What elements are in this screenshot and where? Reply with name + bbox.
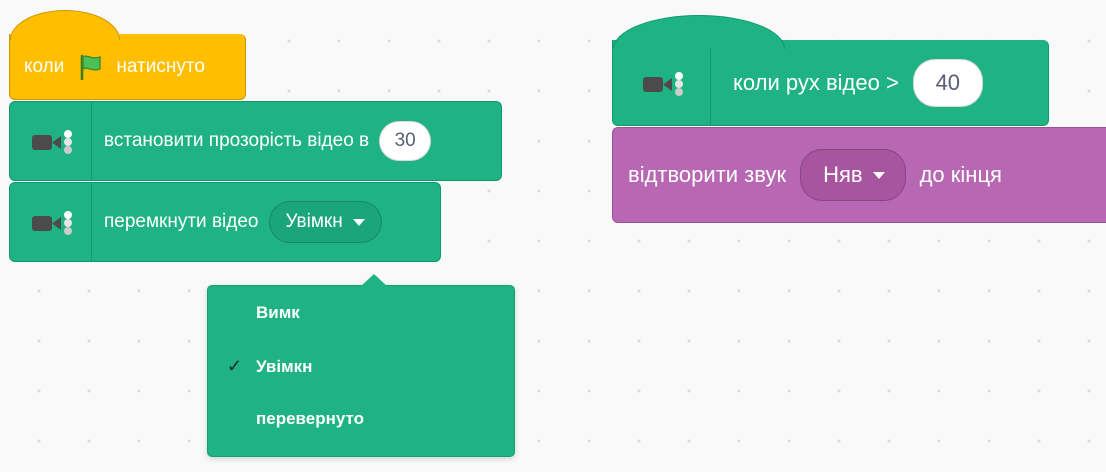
play-sound-label: відтворити звук xyxy=(628,162,787,187)
play-sound-until-done-block[interactable]: відтворити звук Няв до кінця xyxy=(612,127,1106,223)
video-extension-icon xyxy=(10,183,92,261)
menu-item-on[interactable]: Увімкн xyxy=(256,357,312,377)
video-camera-icon xyxy=(637,68,687,98)
menu-item-off[interactable]: Вимк xyxy=(256,303,300,323)
video-extension-icon xyxy=(10,102,92,180)
video-extension-icon xyxy=(613,40,711,125)
hat-cap xyxy=(613,15,785,49)
turn-video-label: перемкнути відео xyxy=(104,211,259,232)
turn-video-block[interactable]: перемкнути відео Увімкн xyxy=(9,182,441,262)
set-video-transparency-block[interactable]: встановити прозорість відео в 30 xyxy=(9,101,502,181)
motion-threshold-input[interactable]: 40 xyxy=(912,58,983,107)
sound-dropdown[interactable]: Няв xyxy=(800,149,906,201)
video-state-menu: Вимк ✓ Увімкн перевернуто xyxy=(207,274,515,457)
chevron-down-icon xyxy=(352,218,365,226)
video-camera-icon xyxy=(26,126,76,156)
video-state-selected: Увімкн xyxy=(285,211,343,232)
video-motion-label: коли рух відео > xyxy=(733,69,899,95)
checkmark-icon: ✓ xyxy=(227,356,243,376)
chevron-down-icon xyxy=(872,171,885,179)
menu-item-flipped[interactable]: перевернуто xyxy=(256,409,364,429)
menu-pointer xyxy=(360,274,388,287)
clicked-label: натиснуто xyxy=(116,55,205,77)
hat-cap xyxy=(10,10,120,40)
set-transparency-label: встановити прозорість відео в xyxy=(104,130,370,151)
video-camera-icon xyxy=(26,207,76,237)
when-video-motion-block[interactable]: коли рух відео > 40 xyxy=(612,15,1049,126)
when-flag-clicked-block[interactable]: коли натиснуто xyxy=(9,10,246,100)
green-flag-icon xyxy=(78,54,104,80)
video-state-dropdown[interactable]: Увімкн xyxy=(268,201,382,243)
sound-selected: Няв xyxy=(823,162,863,187)
until-done-label: до кінця xyxy=(919,162,1002,187)
when-label: коли xyxy=(24,55,65,77)
transparency-input[interactable]: 30 xyxy=(379,121,432,161)
